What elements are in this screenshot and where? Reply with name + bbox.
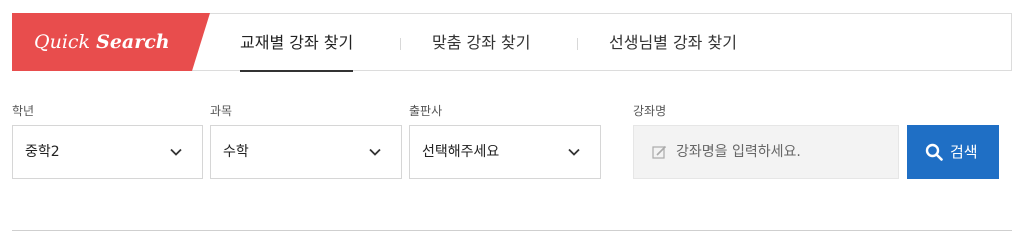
quick-search-badge: Quick Search: [12, 13, 210, 71]
grade-label: 학년: [12, 104, 35, 118]
tab-custom-course[interactable]: 맞춤 강좌 찾기: [432, 14, 531, 72]
publisher-select[interactable]: 선택해주세요: [409, 125, 601, 179]
grade-select-value: 중학2: [25, 144, 60, 160]
course-name-input[interactable]: 강좌명을 입력하세요.: [633, 125, 899, 179]
tab-divider: [577, 38, 578, 50]
chevron-down-icon: [568, 148, 580, 156]
search-icon: [925, 143, 943, 161]
divider: [12, 230, 1012, 231]
publisher-select-value: 선택해주세요: [422, 144, 500, 160]
chevron-down-icon: [170, 148, 182, 156]
badge-text-search: Search: [96, 31, 170, 53]
subject-select-value: 수학: [223, 144, 249, 160]
grade-select[interactable]: 중학2: [12, 125, 203, 179]
tab-teacher-course[interactable]: 선생님별 강좌 찾기: [609, 14, 737, 72]
chevron-down-icon: [369, 148, 381, 156]
pencil-icon: [652, 145, 667, 159]
search-button-label: 검색: [950, 143, 978, 161]
tab-label: 선생님별 강좌 찾기: [609, 33, 737, 52]
course-name-placeholder: 강좌명을 입력하세요.: [676, 144, 801, 160]
course-name-label: 강좌명: [633, 104, 667, 118]
tab-divider: [400, 38, 401, 50]
tab-textbook-course[interactable]: 교재별 강좌 찾기: [240, 14, 354, 72]
quick-search-tabbar: Quick Search 교재별 강좌 찾기 맞춤 강좌 찾기 선생님별 강좌 …: [12, 13, 1012, 72]
publisher-label: 출판사: [409, 104, 443, 118]
tab-label: 맞춤 강좌 찾기: [432, 33, 531, 52]
tab-label: 교재별 강좌 찾기: [240, 33, 354, 52]
badge-text-quick: Quick: [34, 31, 91, 53]
search-button[interactable]: 검색: [907, 125, 999, 179]
subject-select[interactable]: 수학: [210, 125, 402, 179]
subject-label: 과목: [210, 104, 233, 118]
